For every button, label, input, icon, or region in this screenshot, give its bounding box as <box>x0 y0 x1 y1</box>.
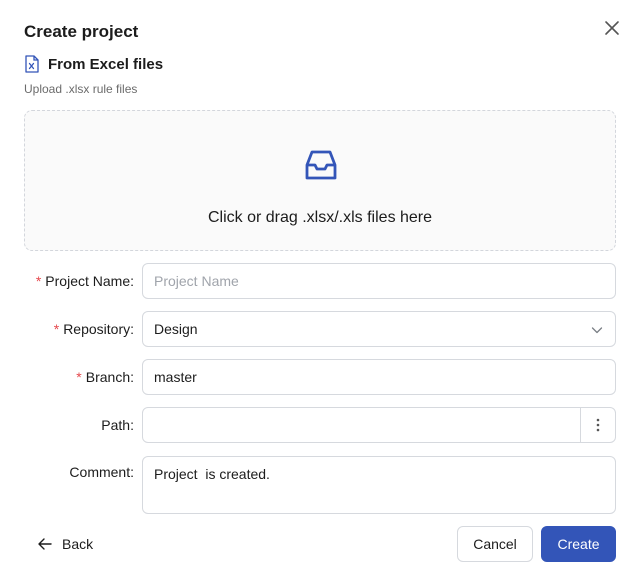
source-subtitle: Upload .xlsx rule files <box>24 82 138 96</box>
repository-select[interactable]: Design <box>142 311 616 347</box>
repository-value: Design <box>154 321 198 337</box>
arrow-left-icon <box>38 538 52 550</box>
project-name-input[interactable]: Project Name <box>142 263 616 299</box>
chevron-down-icon <box>591 327 603 334</box>
project-name-label-text: Project Name: <box>45 273 134 289</box>
branch-label: * Branch: <box>0 369 134 385</box>
more-vertical-icon <box>596 418 600 432</box>
dropzone-text: Click or drag .xlsx/.xls files here <box>207 209 433 226</box>
dialog-title: Create project <box>24 22 139 41</box>
cancel-button[interactable]: Cancel <box>457 526 533 562</box>
comment-textarea[interactable]: Project is created. <box>142 456 616 514</box>
back-label: Back <box>62 536 94 552</box>
project-name-placeholder: Project Name <box>154 273 239 289</box>
close-icon[interactable] <box>602 18 622 38</box>
source-header: From Excel files <box>24 54 163 74</box>
repository-label-text: Repository: <box>63 321 134 337</box>
create-button[interactable]: Create <box>541 526 616 562</box>
path-input[interactable] <box>142 407 616 443</box>
comment-label: Comment: <box>69 464 134 480</box>
repository-label: * Repository: <box>0 321 134 337</box>
path-browse-button[interactable] <box>580 408 615 442</box>
branch-input[interactable]: master <box>142 359 616 395</box>
required-marker: * <box>35 273 42 289</box>
back-button[interactable]: Back <box>38 533 93 555</box>
branch-label-text: Branch: <box>85 369 134 385</box>
required-marker: * <box>76 369 82 385</box>
required-marker: * <box>53 321 60 337</box>
source-title: From Excel files <box>48 55 164 73</box>
inbox-icon <box>305 150 337 180</box>
project-name-label: * Project Name: <box>0 273 134 289</box>
excel-file-icon <box>25 55 39 73</box>
file-dropzone[interactable]: Click or drag .xlsx/.xls files here <box>24 110 616 251</box>
create-project-dialog: Create project From Excel files Upload .… <box>0 0 640 582</box>
branch-value: master <box>154 369 197 385</box>
path-label: Path: <box>101 417 134 433</box>
